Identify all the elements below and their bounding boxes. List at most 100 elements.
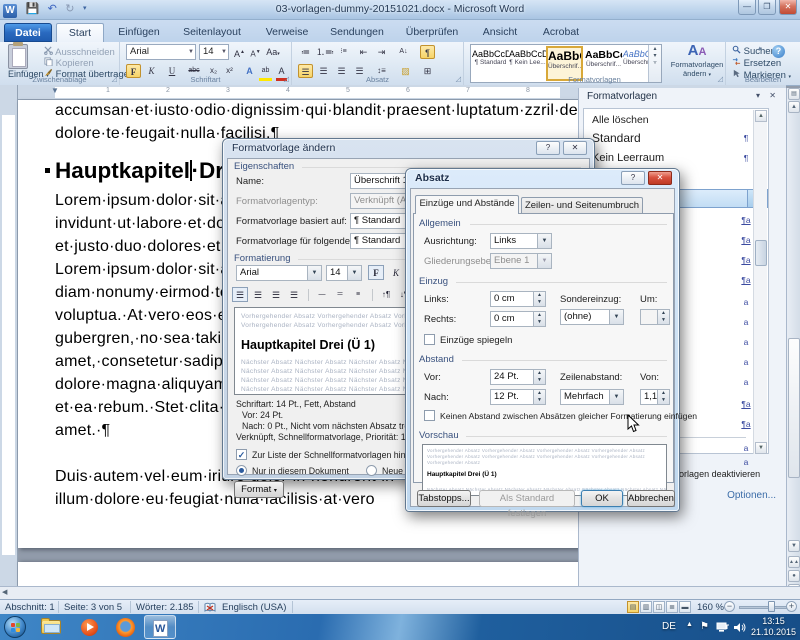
one-half-spacing-icon[interactable]: ＝ xyxy=(332,287,348,302)
style-row-standard[interactable]: Standard xyxy=(585,129,747,147)
line-spacing-at-spinner[interactable]: 1,15▲▼ xyxy=(640,389,670,405)
vertical-ruler[interactable] xyxy=(0,85,18,588)
close-icon[interactable]: ✕ xyxy=(563,141,587,155)
document-scrollbar[interactable]: ▤ ▲ ▼ ▲▲ ● ▼▼ xyxy=(786,88,800,598)
paragraph-dialog-launcher-icon[interactable]: ◿ xyxy=(456,75,461,83)
zoom-level[interactable]: 160 % xyxy=(697,602,724,613)
single-spacing-icon[interactable]: — xyxy=(314,287,330,302)
line-spacing-combo[interactable]: Mehrfach▼ xyxy=(560,389,624,405)
save-icon[interactable]: 💾 xyxy=(25,0,39,18)
print-layout-view-icon[interactable]: ▤ xyxy=(627,601,639,613)
redo-icon[interactable]: ↻ xyxy=(65,0,74,18)
pane-close-icon[interactable]: ✕ xyxy=(769,91,776,100)
alignment-combo[interactable]: Links▼ xyxy=(490,233,552,249)
space-after-spinner[interactable]: 12 Pt.▲▼ xyxy=(490,389,546,405)
mirror-indents-checkbox[interactable] xyxy=(424,334,435,345)
only-this-document-radio[interactable] xyxy=(236,465,247,476)
styles-dialog-launcher-icon[interactable]: ◿ xyxy=(718,75,723,83)
shrink-font-icon[interactable]: A▼ xyxy=(248,45,263,59)
zoom-out-icon[interactable]: − xyxy=(724,601,735,612)
dialog-align-center-icon[interactable]: ☰ xyxy=(250,287,266,302)
tab-sendungen[interactable]: Sendungen xyxy=(322,23,392,42)
dialog-bold-button[interactable]: F xyxy=(368,265,384,280)
dialog-font-family-combo[interactable]: Arial▼ xyxy=(236,265,322,281)
taskbar-explorer-button[interactable] xyxy=(34,615,68,639)
undo-icon[interactable]: ↶ xyxy=(48,0,57,18)
dialog-font-size-combo[interactable]: 14▼ xyxy=(326,265,362,281)
status-words[interactable]: Wörter: 2.185 xyxy=(136,602,194,613)
change-case-icon[interactable]: Aa▾ xyxy=(264,45,282,59)
previous-page-icon[interactable]: ▲▲ xyxy=(788,556,800,568)
replace-button[interactable]: Ersetzen xyxy=(732,57,781,69)
outline-view-icon[interactable]: ≣ xyxy=(666,601,678,613)
new-documents-radio[interactable] xyxy=(366,465,377,476)
scroll-down-icon[interactable]: ▼ xyxy=(788,540,800,552)
help-icon[interactable]: ? xyxy=(621,171,645,185)
horizontal-scrollbar[interactable]: ◀ xyxy=(0,586,800,599)
cancel-button[interactable]: Abbrechen xyxy=(627,490,675,507)
select-browse-object-icon[interactable]: ● xyxy=(788,570,800,582)
qat-dropdown-icon[interactable]: ▾ xyxy=(83,0,87,18)
scroll-thumb[interactable] xyxy=(788,338,800,478)
zoom-slider-thumb[interactable] xyxy=(768,601,775,612)
scroll-up-icon[interactable]: ▲ xyxy=(755,110,767,122)
taskbar-clock[interactable]: 13:15 21.10.2015 xyxy=(751,616,796,638)
tray-expand-icon[interactable]: ▲ xyxy=(686,621,693,628)
start-button[interactable] xyxy=(4,616,26,638)
multilevel-list-icon[interactable]: ⁝≡ xyxy=(336,45,351,59)
change-styles-button[interactable]: AA Formatvorlagenändern ▾ xyxy=(670,43,724,78)
numbered-list-icon[interactable]: ⒈≕ xyxy=(316,45,331,59)
bullet-list-icon[interactable]: ≔ xyxy=(298,45,313,59)
help-icon[interactable]: ? xyxy=(772,45,785,58)
taskbar-media-button[interactable] xyxy=(72,615,106,639)
font-dialog-launcher-icon[interactable]: ◿ xyxy=(284,75,289,83)
scroll-up-icon[interactable]: ▲ xyxy=(788,101,800,113)
tab-einfuegen[interactable]: Einfügen xyxy=(108,23,170,42)
indent-marker-icon[interactable]: ▼ xyxy=(51,86,59,95)
styles-list-scrollbar[interactable]: ▲ ▼ xyxy=(753,110,767,454)
pane-menu-icon[interactable]: ▾ xyxy=(756,91,760,100)
tab-verweise[interactable]: Verweise xyxy=(256,23,318,42)
special-indent-combo[interactable]: (ohne)▼ xyxy=(560,309,624,325)
font-size-combo[interactable]: 14▼ xyxy=(199,44,229,60)
volume-icon[interactable] xyxy=(734,622,746,633)
ruler-toggle-icon[interactable]: ▤ xyxy=(788,88,800,100)
tab-seitenlayout[interactable]: Seitenlayout xyxy=(172,23,252,42)
style-row-kein-leerraum[interactable]: Kein Leerraum xyxy=(585,149,747,167)
help-icon[interactable]: ? xyxy=(536,141,560,155)
tab-start[interactable]: Start xyxy=(56,23,104,42)
dialog-align-right-icon[interactable]: ☰ xyxy=(268,287,284,302)
dialog-justify-icon[interactable]: ☰ xyxy=(286,287,302,302)
decrease-indent-icon[interactable]: ⇤ xyxy=(356,45,371,59)
tab-line-page-breaks[interactable]: Zeilen- und Seitenumbruch xyxy=(521,197,643,214)
maximize-button[interactable]: ❐ xyxy=(758,0,776,15)
scroll-left-icon[interactable]: ◀ xyxy=(2,588,7,596)
scroll-thumb[interactable] xyxy=(755,240,767,266)
sort-icon[interactable]: A↓ xyxy=(396,45,411,59)
draft-view-icon[interactable]: ▬ xyxy=(679,601,691,613)
minimize-ribbon-icon[interactable]: ▴ xyxy=(758,44,762,52)
show-paragraph-marks-icon[interactable]: ¶ xyxy=(420,45,435,59)
status-page[interactable]: Seite: 3 von 5 xyxy=(64,602,122,613)
scroll-down-icon[interactable]: ▼ xyxy=(755,442,767,454)
clear-all-styles[interactable]: Alle löschen xyxy=(585,111,747,129)
grow-font-icon[interactable]: A▲ xyxy=(232,45,247,59)
ok-button[interactable]: OK xyxy=(581,490,623,507)
pane-options-link[interactable]: Optionen... xyxy=(727,490,776,501)
dialog-align-left-icon[interactable]: ☰ xyxy=(232,287,248,302)
tabstops-button[interactable]: Tabstopps... xyxy=(417,490,471,507)
close-icon[interactable]: ✕ xyxy=(648,171,672,185)
spellcheck-icon[interactable] xyxy=(204,602,216,613)
close-button[interactable]: ✕ xyxy=(779,0,797,15)
keyboard-language[interactable]: DE xyxy=(662,621,676,632)
taskbar-word-button[interactable]: W xyxy=(144,615,176,639)
font-family-combo[interactable]: Arial▼ xyxy=(126,44,196,60)
tab-acrobat[interactable]: Acrobat xyxy=(532,23,590,42)
paste-button[interactable]: Einfügen ▾ xyxy=(8,44,49,79)
zoom-in-icon[interactable]: + xyxy=(786,601,797,612)
double-spacing-icon[interactable]: ≡ xyxy=(350,287,366,302)
indent-right-spinner[interactable]: 0 cm▲▼ xyxy=(490,311,546,327)
space-before-spinner[interactable]: 24 Pt.▲▼ xyxy=(490,369,546,385)
tab-indents-spacing[interactable]: Einzüge und Abstände xyxy=(415,195,519,214)
indent-left-spinner[interactable]: 0 cm▲▼ xyxy=(490,291,546,307)
